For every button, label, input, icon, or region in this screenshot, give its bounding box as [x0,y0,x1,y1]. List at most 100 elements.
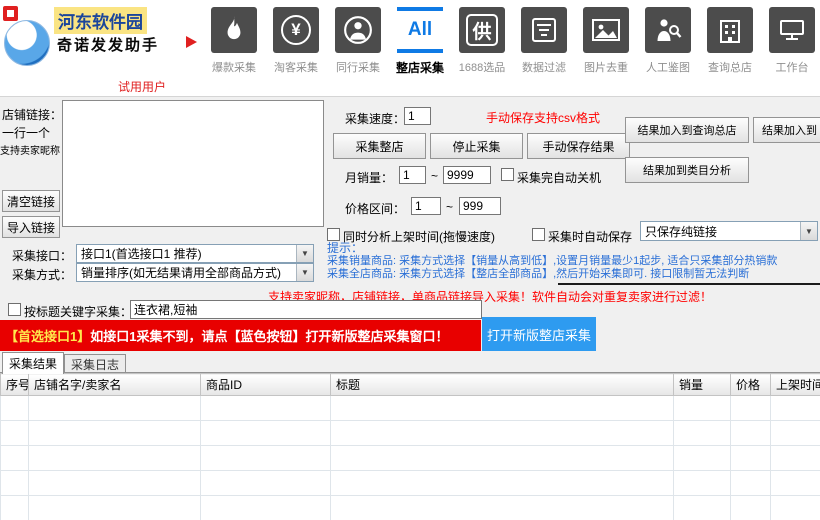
toolbar-item-manual-review[interactable]: 人工鉴图 [637,7,699,76]
trial-user-badge: 试用用户 [118,80,167,94]
title-keyword-input[interactable] [130,300,482,319]
toolbar-item-label: 查询总店 [708,62,752,74]
all-icon: All [397,7,443,53]
table-row [0,445,820,471]
all-glyph: All [407,19,433,40]
table-cell [673,445,731,471]
top-toolbar: 河东软件园 奇诺发发助手 试用用户 爆款采集 ¥ 淘客采集 同行采集 All 整… [0,0,820,97]
table-cell [28,420,201,446]
auto-shutdown-checkbox[interactable] [501,168,514,181]
one-per-line-hint: 一行一个 [2,126,51,140]
table-cell [730,395,771,421]
supply-glyph: 供 [466,14,498,46]
col-product-id[interactable]: 商品ID [200,373,331,396]
stop-collect-button[interactable]: 停止采集 [430,133,523,159]
import-links-button[interactable]: 导入链接 [2,216,60,238]
price-min-input[interactable] [411,197,441,215]
table-cell [770,470,820,496]
banner-prefix: 【首选接口1】 [5,329,91,344]
app-window-icon [3,6,18,21]
price-range-label: 价格区间： [345,202,406,216]
brand-mark-icon [186,36,197,48]
col-listing-time[interactable]: 上架时间 [770,373,820,396]
price-max-input[interactable] [459,197,501,215]
col-shop-name[interactable]: 店铺名字/卖家名 [28,373,201,396]
table-cell [200,445,331,471]
toolbar-item-workbench[interactable]: 工作台 [761,7,820,76]
csv-hint: 手动保存支持csv格式 [486,111,601,125]
toolbar-items: 爆款采集 ¥ 淘客采集 同行采集 All 整店采集 供 1688选品 数据过滤 … [203,7,820,76]
table-cell [673,495,731,520]
col-index[interactable]: 序号 [0,373,29,396]
col-sales[interactable]: 销量 [673,373,731,396]
toolbar-item-query-main-store[interactable]: 查询总店 [699,7,761,76]
sales-max-input[interactable] [443,166,491,184]
analyze-listing-time-label: 同时分析上架时间(拖慢速度) [343,230,495,244]
table-cell [770,420,820,446]
seller-nick-hint: 支持卖家昵称 [0,146,60,157]
autosave-checkbox[interactable] [532,228,545,241]
toolbar-item-label: 数据过滤 [522,62,566,74]
speed-input[interactable] [404,107,431,125]
tab-collect-results[interactable]: 采集结果 [2,352,64,374]
toolbar-item-image-dedupe[interactable]: 图片去重 [575,7,637,76]
toolbar-item-label: 同行采集 [336,62,380,74]
results-table: 序号 店铺名字/卖家名 商品ID 标题 销量 价格 上架时间 [0,373,820,520]
person-icon [335,7,381,53]
table-cell [673,420,731,446]
yen-icon: ¥ [273,7,319,53]
table-cell [730,445,771,471]
chevron-down-icon: ▼ [800,222,817,240]
api-value: 接口1(首选接口1 推荐) [81,247,202,261]
table-cell [330,470,674,496]
table-cell [770,395,820,421]
collect-store-button[interactable]: 采集整店 [333,133,426,159]
app-window: 河东软件园 奇诺发发助手 试用用户 爆款采集 ¥ 淘客采集 同行采集 All 整… [0,0,820,520]
table-cell [770,445,820,471]
col-title[interactable]: 标题 [330,373,674,396]
table-cell [200,395,331,421]
tab-collect-log[interactable]: 采集日志 [64,354,126,374]
table-cell [730,470,771,496]
method-dropdown[interactable]: 销量排序(如无结果请用全部商品方式) ▼ [76,263,314,282]
toolbar-item-whole-store-collect[interactable]: All 整店采集 [389,7,451,76]
clear-links-button[interactable]: 清空链接 [2,190,60,212]
filter-list-icon [521,7,567,53]
toolbar-item-hot-collect[interactable]: 爆款采集 [203,7,265,76]
yen-glyph: ¥ [281,15,311,45]
table-cell [330,495,674,520]
api-dropdown[interactable]: 接口1(首选接口1 推荐) ▼ [76,244,314,263]
table-cell [0,420,29,446]
sales-min-input[interactable] [399,166,426,184]
add-to-category-analysis-button[interactable]: 结果加到类目分析 [625,157,749,183]
table-cell [28,445,201,471]
save-mode-dropdown[interactable]: 只保存纯链接 ▼ [640,221,818,241]
autosave-label: 采集时自动保存 [548,230,633,244]
title-keyword-checkbox[interactable] [8,303,21,316]
toolbar-item-1688-select[interactable]: 供 1688选品 [451,7,513,76]
auto-shutdown-label: 采集完自动关机 [517,171,602,185]
table-cell [330,420,674,446]
open-new-collector-button[interactable]: 打开新版整店采集 [482,317,596,351]
manual-save-button[interactable]: 手动保存结果 [527,133,630,159]
table-header-row: 序号 店铺名字/卖家名 商品ID 标题 销量 价格 上架时间 [0,373,820,396]
toolbar-item-label: 1688选品 [458,62,506,74]
toolbar-item-taoke-collect[interactable]: ¥ 淘客采集 [265,7,327,76]
table-cell [28,470,201,496]
toolbar-item-data-filter[interactable]: 数据过滤 [513,7,575,76]
table-row [0,495,820,520]
add-to-next-button[interactable]: 结果加入到 [753,117,820,143]
tips-line-2: 采集全店商品: 采集方式选择【整店全部商品】,然后开始采集即可. 接口限制暂无法… [327,268,750,280]
toolbar-item-label: 爆款采集 [212,62,256,74]
table-cell [770,495,820,520]
toolbar-item-label: 整店采集 [395,61,444,75]
col-price[interactable]: 价格 [730,373,771,396]
table-cell [200,470,331,496]
table-cell [200,495,331,520]
shop-links-textarea[interactable] [62,100,324,227]
table-cell [673,395,731,421]
table-cell [0,445,29,471]
add-to-query-store-button[interactable]: 结果加入到查询总店 [625,117,749,143]
toolbar-item-peer-collect[interactable]: 同行采集 [327,7,389,76]
save-mode-value: 只保存纯链接 [645,224,718,239]
